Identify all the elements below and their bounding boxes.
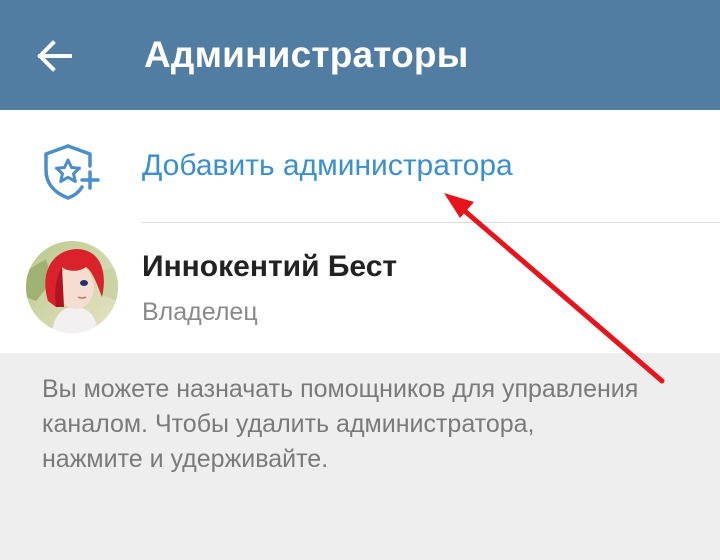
admin-list-item[interactable]: Иннокентий Бест Владелец <box>0 223 720 353</box>
admin-list: Добавить администратора Иннокентий Бест … <box>0 110 720 353</box>
app-bar: Администраторы <box>0 0 720 110</box>
admin-role: Владелец <box>142 298 258 326</box>
arrow-left-icon <box>37 40 72 72</box>
add-admin-button[interactable]: Добавить администратора <box>0 110 720 222</box>
back-button[interactable] <box>22 28 86 84</box>
page-title: Администраторы <box>144 34 469 75</box>
shield-star-plus-icon <box>44 144 100 200</box>
avatar <box>26 241 118 333</box>
add-admin-label: Добавить администратора <box>142 149 513 182</box>
hint-text: Вы можете назначать помощников для управ… <box>42 375 639 473</box>
admin-name: Иннокентий Бест <box>142 250 398 283</box>
